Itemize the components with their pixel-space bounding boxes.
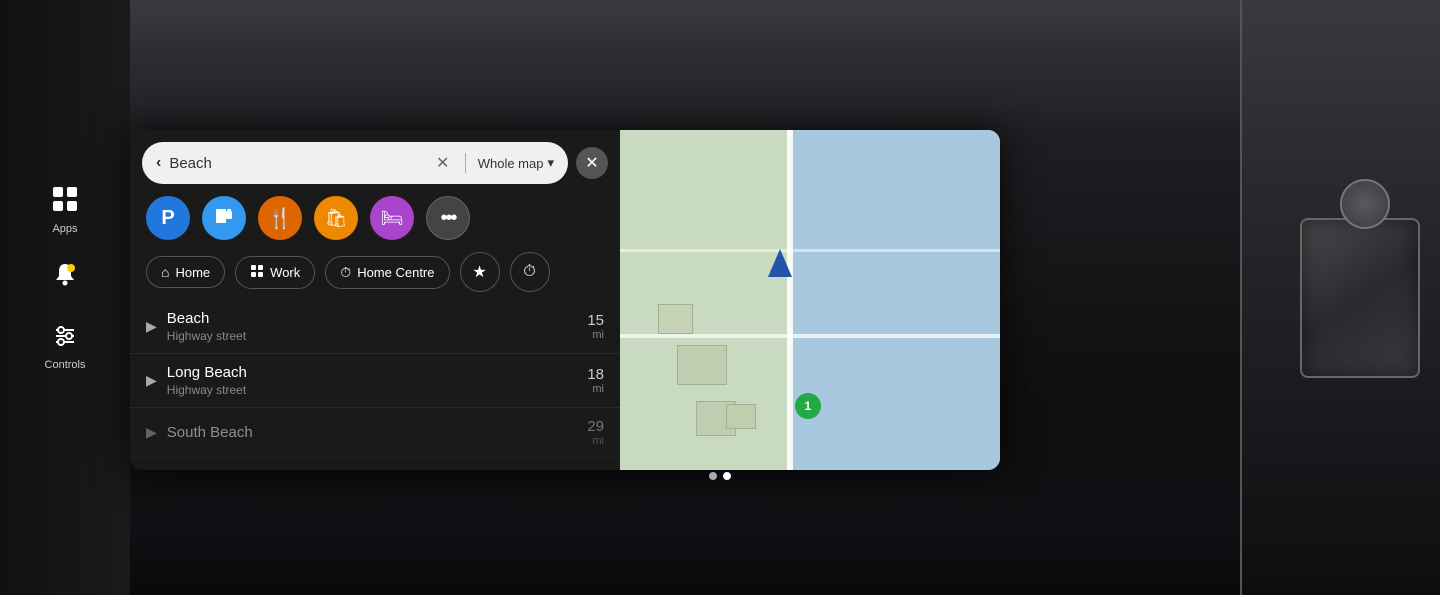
map-road-h2 [620,249,1000,252]
dashboard-top-chrome [0,0,1440,130]
shopping-icon: 🛍 [325,208,348,229]
left-sidebar: Apps Controls [0,100,130,450]
controls-label: Controls [45,359,86,371]
result-name-south-beach: South Beach [167,424,588,441]
work-shortcut-button[interactable]: Work [235,256,315,289]
sidebar-item-apps[interactable]: Apps [45,179,85,235]
search-panel: ‹ Beach ✕ Whole map ▾ ✕ P [130,130,620,470]
navigation-arrow [768,249,792,277]
bell-icon [45,255,85,295]
result-item-beach[interactable]: ▶ Beach Highway street 15 mi [130,300,620,354]
category-hotel[interactable]: 🛏 [370,196,414,240]
apps-icon [45,179,85,219]
result-distance-south-beach: 29 mi [587,418,604,447]
search-divider [465,153,466,173]
star-icon: ★ [472,262,486,282]
apps-label: Apps [52,223,77,235]
more-icon: ••• [440,207,455,230]
map-marker-destination: 1 [795,393,821,419]
shortcut-row: ⌂ Home Work ⏱ Home Centre [130,244,620,300]
result-dist-value-beach: 15 [587,312,604,329]
result-sub-beach: Highway street [167,329,588,343]
steering-dial [1300,218,1420,378]
whole-map-chevron-icon: ▾ [547,155,554,171]
result-dist-unit-long-beach: mi [587,383,604,395]
favorites-button[interactable]: ★ [460,252,500,292]
close-search-button[interactable]: ✕ [576,147,608,179]
result-info-long-beach: Long Beach Highway street [167,364,588,397]
category-shopping[interactable]: 🛍 [314,196,358,240]
search-clear-button[interactable]: ✕ [433,153,453,173]
map-water [791,130,1000,470]
search-back-button[interactable]: ‹ [156,154,161,172]
hotel-icon: 🛏 [381,208,404,229]
search-query-text: Beach [169,155,424,172]
map-building-2 [726,404,756,429]
whole-map-label: Whole map [478,156,544,171]
whole-map-button[interactable]: Whole map ▾ [478,155,554,171]
history-icon: ⏱ [523,263,535,281]
pagination-dots [709,472,731,480]
category-fuel[interactable] [202,196,246,240]
result-dist-value-south-beach: 29 [587,418,604,435]
map-building-4 [658,304,693,334]
home-centre-icon: ⏱ [340,264,351,281]
result-info-south-beach: South Beach [167,424,588,441]
result-marker-long-beach: ▶ [146,372,157,389]
home-shortcut-button[interactable]: ⌂ Home [146,256,225,288]
map-panel[interactable]: 1 [620,130,1000,470]
food-icon: 🍴 [268,206,293,231]
sidebar-item-alerts[interactable] [45,255,85,295]
dot-1 [709,472,717,480]
steering-circle [1340,179,1390,229]
search-bar-container: ‹ Beach ✕ Whole map ▾ ✕ [130,130,620,192]
result-dist-unit-beach: mi [587,329,604,341]
parking-icon: P [161,207,174,230]
result-distance-beach: 15 mi [587,312,604,341]
result-item-long-beach[interactable]: ▶ Long Beach Highway street 18 mi [130,354,620,408]
category-row: P 🍴 🛍 🛏 ••• [130,192,620,244]
result-name-beach: Beach [167,310,588,327]
home-label: Home [175,265,210,280]
fuel-icon [213,205,235,232]
result-info-beach: Beach Highway street [167,310,588,343]
home-centre-shortcut-button[interactable]: ⏱ Home Centre [325,256,449,289]
result-marker-beach: ▶ [146,318,157,335]
map-road-main [787,130,793,470]
sidebar-item-controls[interactable]: Controls [45,315,86,371]
dot-2 [723,472,731,480]
history-button[interactable]: ⏱ [510,252,550,292]
work-icon [250,264,264,281]
map-marker-label: 1 [804,399,811,413]
result-name-long-beach: Long Beach [167,364,588,381]
controls-icon [45,315,85,355]
home-centre-label: Home Centre [357,265,434,280]
result-dist-unit-south-beach: mi [587,435,604,447]
results-list: ▶ Beach Highway street 15 mi ▶ Long Beac… [130,300,620,470]
map-road-horizontal [620,334,1000,338]
result-sub-long-beach: Highway street [167,383,588,397]
category-food[interactable]: 🍴 [258,196,302,240]
result-dist-value-long-beach: 18 [587,366,604,383]
search-bar[interactable]: ‹ Beach ✕ Whole map ▾ [142,142,568,184]
work-label: Work [270,265,300,280]
steering-wheel-area [1240,0,1440,595]
result-marker-south-beach: ▶ [146,424,157,441]
category-parking[interactable]: P [146,196,190,240]
home-icon: ⌂ [161,264,169,280]
main-display: ‹ Beach ✕ Whole map ▾ ✕ P [130,130,1000,470]
map-building-3 [677,345,727,385]
result-item-south-beach[interactable]: ▶ South Beach 29 mi [130,408,620,458]
category-more[interactable]: ••• [426,196,470,240]
result-distance-long-beach: 18 mi [587,366,604,395]
